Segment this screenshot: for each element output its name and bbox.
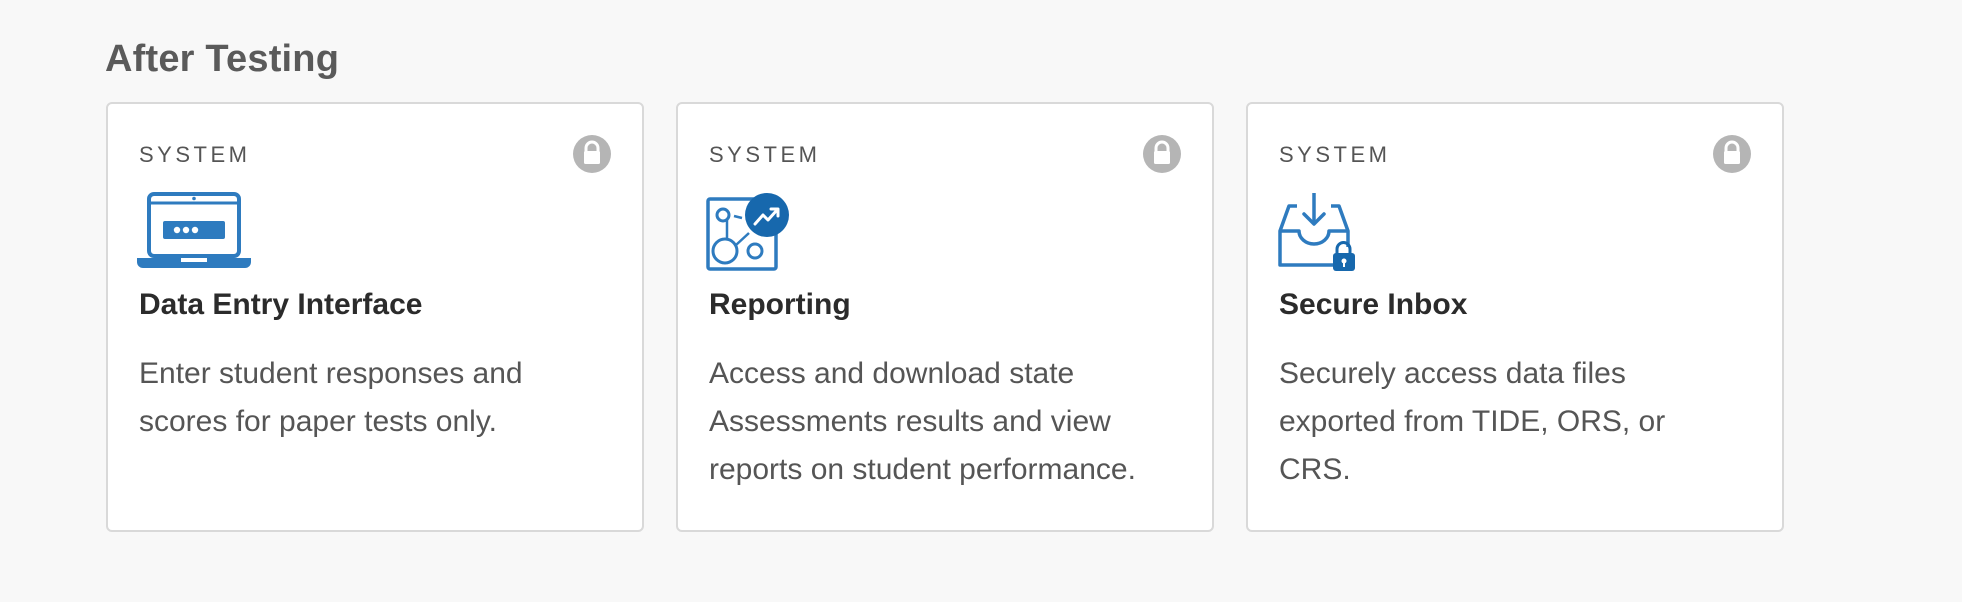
lock-icon <box>1713 135 1751 173</box>
card-title: Reporting <box>709 288 851 321</box>
section-title: After Testing <box>105 38 340 80</box>
card-reporting[interactable]: SYSTEM Reporting Access and download sta… <box>676 102 1214 532</box>
lock-icon <box>1143 135 1181 173</box>
card-data-entry-interface[interactable]: SYSTEM Data Entry Interface Enter studen… <box>106 102 644 532</box>
card-category-label: SYSTEM <box>1279 142 1391 167</box>
card-category-label: SYSTEM <box>709 142 821 167</box>
secure-inbox-icon <box>1275 191 1365 278</box>
card-category-label: SYSTEM <box>139 142 251 167</box>
lock-icon <box>573 135 611 173</box>
card-description: Enter student responses and scores for p… <box>139 357 523 438</box>
card-title: Secure Inbox <box>1279 288 1468 321</box>
card-secure-inbox[interactable]: SYSTEM Secure Inbox Securely access data… <box>1246 102 1784 532</box>
card-description: Access and download state Assessments re… <box>709 357 1136 486</box>
card-description: Securely access data files exported from… <box>1279 357 1666 486</box>
card-title: Data Entry Interface <box>139 288 423 321</box>
after-testing-section: After Testing SYSTEM Data Entry Interfac… <box>0 0 1962 602</box>
reporting-chart-icon <box>705 191 795 278</box>
laptop-password-icon <box>135 191 253 276</box>
